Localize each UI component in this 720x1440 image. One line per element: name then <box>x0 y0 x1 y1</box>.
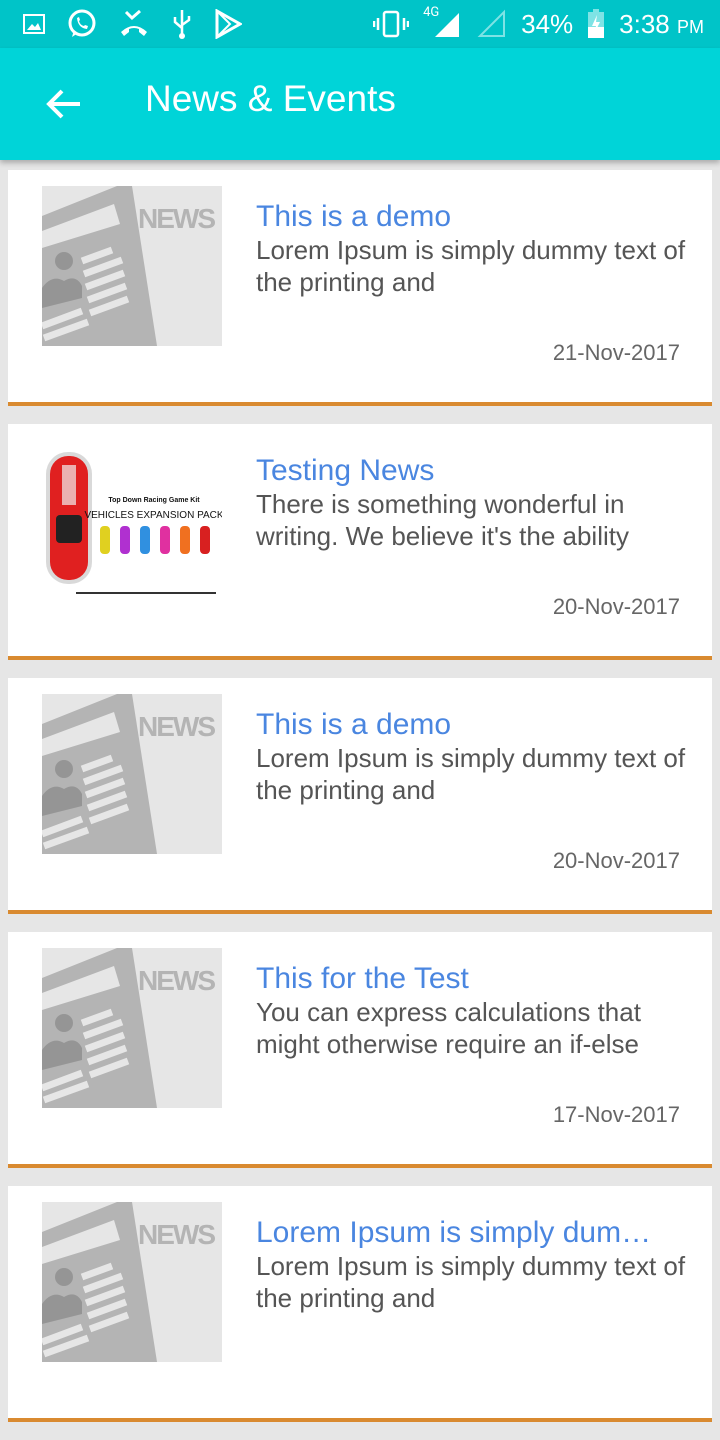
news-date: 17-Nov-2017 <box>552 1102 680 1127</box>
news-description: Lorem Ipsum is simply dummy text of the … <box>256 743 686 805</box>
svg-text:Top Down Racing Game Kit: Top Down Racing Game Kit <box>108 497 200 504</box>
news-thumbnail: NEWS <box>40 1202 222 1362</box>
signal-empty-icon <box>477 9 506 37</box>
news-description: Lorem Ipsum is simply dummy text of the … <box>256 235 686 297</box>
news-date: 20-Nov-2017 <box>552 848 680 873</box>
vibrate-icon <box>373 10 410 38</box>
svg-text:NEWS: NEWS <box>138 965 216 996</box>
news-title: Testing News <box>256 454 435 487</box>
news-thumbnail-cars: Top Down Racing Game Kit VEHICLES EXPANSI… <box>42 440 224 600</box>
news-card[interactable]: Top Down Racing Game Kit VEHICLES EXPANSI… <box>8 424 712 660</box>
whatsapp-icon <box>68 9 96 37</box>
news-title: This is a demo <box>256 708 452 741</box>
news-description: Lorem Ipsum is simply dummy text of the … <box>256 1251 686 1313</box>
news-card[interactable]: NEWS This is a demo Lorem Ipsum is simpl… <box>8 678 712 914</box>
news-title: This is a demo <box>256 200 452 233</box>
news-card[interactable]: NEWS This is a demo Lorem Ipsum is simpl… <box>8 170 712 406</box>
news-title: Lorem Ipsum is simply dummy text <box>256 1216 676 1249</box>
svg-text:NEWS: NEWS <box>138 711 216 742</box>
svg-text:VEHICLES EXPANSION PACK: VEHICLES EXPANSION PACK <box>84 510 222 521</box>
clock: 3:38 PM <box>619 9 704 40</box>
back-arrow-icon[interactable] <box>44 84 84 124</box>
news-thumbnail: NEWS <box>40 948 222 1108</box>
clock-ampm: PM <box>677 16 704 37</box>
signal-4g-icon: 4G <box>423 5 463 39</box>
app-bar: News & Events <box>0 48 720 160</box>
news-description: There is something wonderful in writing.… <box>256 489 629 551</box>
news-list: NEWS This is a demo Lorem Ipsum is simpl… <box>8 170 712 1440</box>
usb-icon <box>173 10 191 39</box>
status-bar: 4G 34% 3:38 PM <box>0 0 720 48</box>
news-date: 21-Nov-2017 <box>552 340 680 365</box>
news-card[interactable]: NEWS Lorem Ipsum is simply dummy text Lo… <box>8 1186 712 1422</box>
svg-text:NEWS: NEWS <box>138 203 216 234</box>
svg-text:NEWS: NEWS <box>138 1219 216 1250</box>
play-store-icon <box>215 9 242 39</box>
news-thumbnail: NEWS <box>40 694 222 854</box>
battery-percent: 34% <box>521 8 574 39</box>
news-title: This for the Test <box>256 962 469 995</box>
gallery-icon <box>23 14 45 34</box>
clock-time: 3:38 <box>619 8 670 39</box>
battery-charging-icon <box>588 9 605 38</box>
news-thumbnail: NEWS <box>40 186 222 346</box>
missed-call-icon <box>121 9 147 36</box>
page-title: News & Events <box>145 78 396 119</box>
news-description: You can express calculations that might … <box>256 997 641 1059</box>
news-card[interactable]: NEWS This for the Test You can express c… <box>8 932 712 1168</box>
news-date: 20-Nov-2017 <box>552 594 680 619</box>
